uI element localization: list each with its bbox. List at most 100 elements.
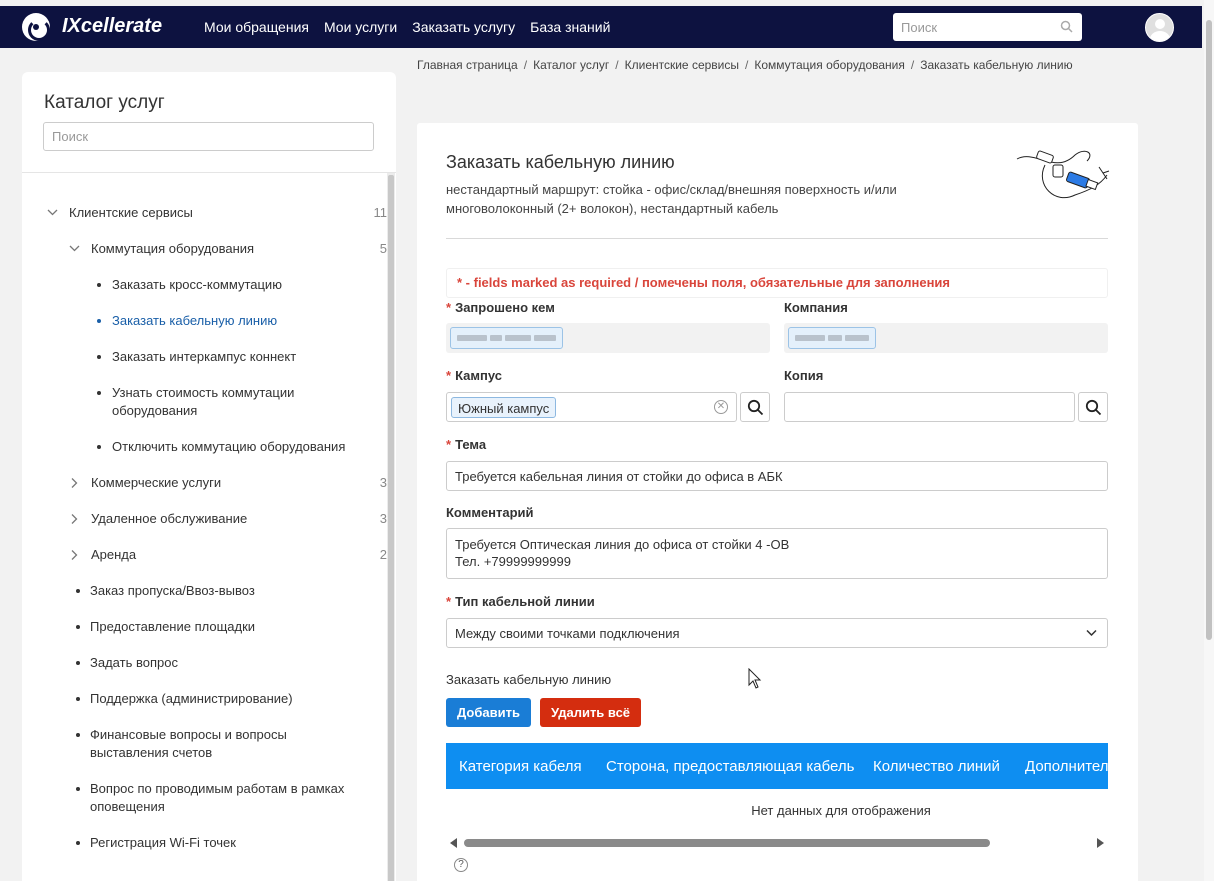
scroll-thumb[interactable] [464,839,990,847]
tree-label: Коммерческие услуги [91,475,222,490]
add-button[interactable]: Добавить [446,698,531,727]
comment-label: Комментарий [446,505,534,520]
cable-type-select[interactable]: Между своими точками подключения [446,618,1108,648]
cable-grid-header: Категория кабеля Сторона, предоставляюща… [446,743,1108,789]
tree-label: Отключить коммутацию оборудования [112,439,346,454]
breadcrumb-client-services[interactable]: Клиентские сервисы [625,58,739,72]
company-field [784,323,1108,353]
copy-search-button[interactable] [1078,392,1108,422]
requested-by-tag [450,327,563,349]
requested-by-field [446,323,770,353]
tree-label: Удаленное обслуживание [91,511,248,526]
tree-label: Поддержка (администрирование) [90,691,293,706]
required-star-icon: * [446,368,452,383]
bullet-icon [76,841,80,845]
breadcrumb: Главная страница / Каталог услуг / Клиентски… [417,58,1073,72]
comment-line: Тел. +79999999999 [455,554,571,569]
tree-label: Заказ пропуска/Ввоз-вывоз [90,583,255,598]
tree-count: 2 [379,547,387,562]
bullet-icon [76,733,80,737]
header-search-input[interactable] [893,13,1043,41]
bullet-icon [97,319,101,323]
grid-column-line-count[interactable]: Количество линий [873,758,1000,775]
header-search [893,13,1082,41]
scroll-left-arrow-icon[interactable] [450,838,457,848]
sidebar-scrollbar[interactable] [387,173,395,881]
main-nav: Мои обращения Мои услуги Заказать услугу… [204,19,610,35]
company-tag [788,327,876,349]
required-note: * - fields marked as required / помечены… [446,268,1108,298]
comment-textarea[interactable]: Требуется Оптическая линия до офиса от с… [446,528,1108,579]
grid-column-additional[interactable]: Дополнител [1025,758,1108,775]
chevron-down-icon[interactable] [1086,627,1097,639]
tree-label: Предоставление площадки [90,619,256,634]
topic-input[interactable]: Требуется кабельная линия от стойки до о… [446,461,1108,491]
campus-select[interactable]: Южный кампус ✕ [446,392,737,422]
bullet-icon [76,625,80,629]
topic-label: * Тема [446,437,487,452]
comment-line: Требуется Оптическая линия до офиса от с… [455,537,790,552]
search-icon [747,399,764,416]
tree-label: Заказать интеркампус коннект [112,349,297,364]
chevron-right-icon[interactable] [69,546,83,564]
nav-my-requests[interactable]: Мои обращения [204,19,309,35]
scroll-right-arrow-icon[interactable] [1097,838,1104,848]
brand-name[interactable]: IXcellerate [62,15,162,38]
requested-by-label: * Запрошено кем [446,300,555,315]
logo-icon[interactable] [22,13,50,41]
company-label: Компания [784,300,848,315]
breadcrumb-commutation[interactable]: Коммутация оборудования [754,58,905,72]
campus-label: * Кампус [446,368,502,383]
chevron-down-icon[interactable] [47,204,61,222]
tree-count: 3 [379,511,387,526]
tree-leaf-works[interactable]: Вопрос по проводимым работам в рамках оп… [76,780,376,816]
grid-no-data: Нет данных для отображения [751,803,931,818]
campus-search-button[interactable] [740,392,770,422]
tree-label: Аренда [91,547,137,562]
page-scrollbar[interactable] [1204,0,1214,881]
topic-value: Требуется кабельная линия от стойки до о… [455,469,783,484]
nav-my-services[interactable]: Мои услуги [324,19,397,35]
bullet-icon [97,283,101,287]
sidebar-title: Каталог услуг [44,92,165,113]
cable-type-value: Между своими точками подключения [455,626,680,641]
catalog-sidebar: Каталог услуг Клиентские сервисы 11 Комм… [22,72,396,881]
campus-tag[interactable]: Южный кампус [451,397,557,418]
breadcrumb-home[interactable]: Главная страница [417,58,518,72]
tree-count: 3 [379,475,387,490]
bullet-icon [76,787,80,791]
nav-order-service[interactable]: Заказать услугу [412,19,515,35]
required-star-icon: * [446,437,452,452]
nav-knowledge-base[interactable]: База знаний [530,19,610,35]
sidebar-search-input[interactable] [43,122,374,151]
help-icon[interactable]: ? [454,858,468,872]
copy-field[interactable] [784,392,1075,422]
tree-label: Финансовые вопросы и вопросы выставления… [90,727,287,760]
divider [446,238,1108,239]
tree-label: Заказать кросс-коммутацию [112,277,282,292]
search-icon[interactable] [1060,20,1073,33]
tree-label: Вопрос по проводимым работам в рамках оп… [90,781,345,814]
required-star-icon: * [446,594,452,609]
breadcrumb-catalog[interactable]: Каталог услуг [533,58,609,72]
bullet-icon [76,589,80,593]
tree-label: Задать вопрос [90,655,178,670]
tree-count: 5 [379,241,387,256]
grid-column-provider-side[interactable]: Сторона, предоставляющая кабель [606,758,854,775]
divider [22,172,396,173]
chevron-right-icon[interactable] [69,510,83,528]
bullet-icon [76,661,80,665]
tree-label: Регистрация Wi-Fi точек [90,835,236,850]
tree-leaf-finance[interactable]: Финансовые вопросы и вопросы выставления… [76,726,376,762]
clear-icon[interactable]: ✕ [714,400,728,414]
user-avatar[interactable] [1145,13,1174,42]
top-navbar: IXcellerate Мои обращения Мои услуги Зак… [0,6,1202,48]
chevron-down-icon[interactable] [69,240,83,258]
grid-horizontal-scrollbar[interactable] [446,835,1108,849]
grid-column-cable-category[interactable]: Категория кабеля [459,758,582,775]
cable-section-label: Заказать кабельную линию [446,672,612,687]
delete-all-button[interactable]: Удалить всё [540,698,641,727]
tree-item-cost[interactable]: Узнать стоимость коммутации оборудования [97,384,367,420]
copy-label: Копия [784,368,824,383]
chevron-right-icon[interactable] [69,474,83,492]
